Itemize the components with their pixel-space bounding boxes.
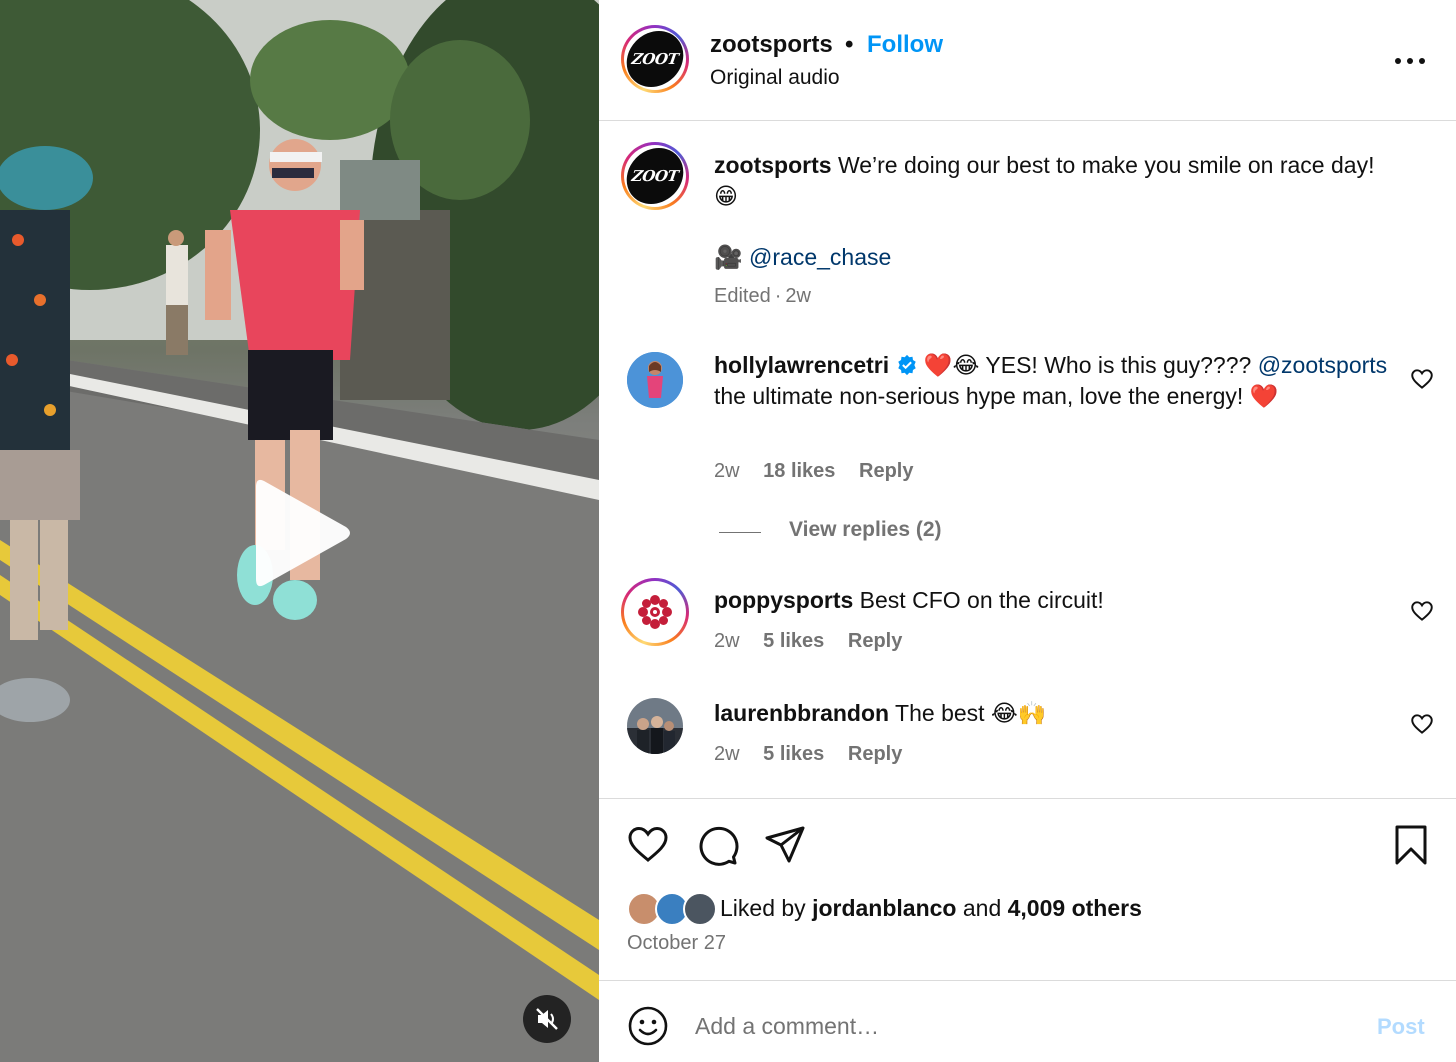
commenter-avatar[interactable] (627, 698, 683, 754)
author-avatar[interactable]: ZOOT (621, 25, 689, 93)
liker-avatar (683, 892, 717, 926)
comment-text: The best 😂🙌 (895, 700, 1047, 726)
view-replies-label: View replies (2) (789, 518, 942, 541)
comment-icon[interactable] (695, 823, 739, 867)
comment-text: Best CFO on the circuit! (859, 587, 1104, 613)
comment-input[interactable] (695, 1005, 1335, 1047)
comment-text-continued: the ultimate non-serious hype man, love … (714, 383, 1279, 409)
liked-user-link[interactable]: jordanblanco (812, 895, 956, 921)
post-header: ZOOT zootsports • Follow Original audio (599, 0, 1456, 121)
comment-like-icon[interactable] (1409, 711, 1435, 737)
commenter-avatar[interactable] (621, 578, 689, 646)
comment-mention-link[interactable]: @zootsports (1258, 352, 1387, 378)
reply-button[interactable]: Reply (848, 743, 902, 765)
comment-likes[interactable]: 5 likes (763, 743, 824, 765)
post-comment-button[interactable]: Post (1377, 1014, 1425, 1040)
avatar-photo (627, 698, 683, 754)
caption-meta: Edited · 2w (714, 285, 811, 307)
author-username[interactable]: zootsports (710, 31, 833, 59)
comment-like-icon[interactable] (1409, 366, 1435, 392)
video-camera-icon: 🎥 (714, 244, 743, 270)
comment-time[interactable]: 2w (714, 460, 740, 482)
zoot-logo: ZOOT (623, 31, 687, 87)
header-separator: • (845, 31, 854, 58)
poppy-logo (628, 585, 682, 639)
liked-by-text: Liked by jordanblanco and 4,009 others (720, 895, 1142, 922)
comment-time[interactable]: 2w (714, 743, 740, 765)
replies-divider (719, 532, 761, 533)
comment-likes[interactable]: 5 likes (763, 630, 824, 652)
audio-label[interactable]: Original audio (710, 66, 840, 90)
commenter-avatar[interactable] (627, 352, 683, 408)
avatar-photo (627, 352, 683, 408)
likes-count-link[interactable]: 4,009 others (1008, 895, 1142, 921)
liked-and: and (962, 895, 1002, 921)
video-player[interactable] (0, 0, 599, 1062)
edited-label: Edited (714, 285, 771, 307)
comment-text: ❤️😂 YES! Who is this guy???? (923, 352, 1252, 378)
bookmark-icon[interactable] (1389, 823, 1433, 867)
caption-text-block: zootsports We’re doing our best to make … (714, 150, 1384, 212)
play-button[interactable] (236, 468, 366, 598)
commenter-username[interactable]: laurenbbrandon (714, 700, 889, 726)
zoot-logo: ZOOT (623, 148, 687, 204)
post-panel: ZOOT zootsports • Follow Original audio … (599, 0, 1456, 1062)
comment-like-icon[interactable] (1409, 598, 1435, 624)
mute-toggle-button[interactable] (523, 995, 571, 1043)
comment-text-block: laurenbbrandon The best 😂🙌 (714, 698, 1394, 729)
commenter-username[interactable]: poppysports (714, 587, 853, 613)
comment-time[interactable]: 2w (714, 630, 740, 652)
comments-list[interactable]: ZOOT zootsports We’re doing our best to … (599, 122, 1456, 798)
liker-avatars (627, 892, 717, 926)
caption-username[interactable]: zootsports (714, 152, 832, 178)
heart-icon[interactable] (626, 823, 670, 867)
credit-mention-link[interactable]: @race_chase (749, 244, 891, 270)
liked-prefix: Liked by (720, 895, 806, 921)
play-icon (256, 479, 350, 587)
comment-meta: 2w 18 likes Reply (714, 460, 931, 483)
follow-button[interactable]: Follow (867, 31, 943, 59)
muted-speaker-icon (536, 1008, 558, 1030)
smiley-icon[interactable] (627, 1005, 669, 1047)
reply-button[interactable]: Reply (848, 630, 902, 652)
commenter-username[interactable]: hollylawrencetri (714, 352, 889, 378)
reply-button[interactable]: Reply (859, 460, 913, 482)
comment-likes[interactable]: 18 likes (763, 460, 835, 482)
caption-avatar[interactable]: ZOOT (621, 142, 689, 210)
comment-text-block: hollylawrencetri ❤️😂 YES! Who is this gu… (714, 350, 1394, 412)
comment-meta: 2w 5 likes Reply (714, 743, 920, 766)
post-actions: Liked by jordanblanco and 4,009 others O… (599, 798, 1456, 980)
comment-text-block: poppysports Best CFO on the circuit! (714, 585, 1394, 616)
comment-meta: 2w 5 likes Reply (714, 630, 920, 653)
caption-time[interactable]: 2w (785, 285, 811, 307)
share-icon[interactable] (763, 823, 807, 867)
post-date[interactable]: October 27 (627, 932, 726, 955)
verified-badge-icon (897, 354, 916, 376)
comment-composer: Post (599, 980, 1456, 1062)
more-options-icon[interactable] (1392, 46, 1428, 76)
caption-credit: 🎥 @race_chase (714, 242, 1394, 273)
